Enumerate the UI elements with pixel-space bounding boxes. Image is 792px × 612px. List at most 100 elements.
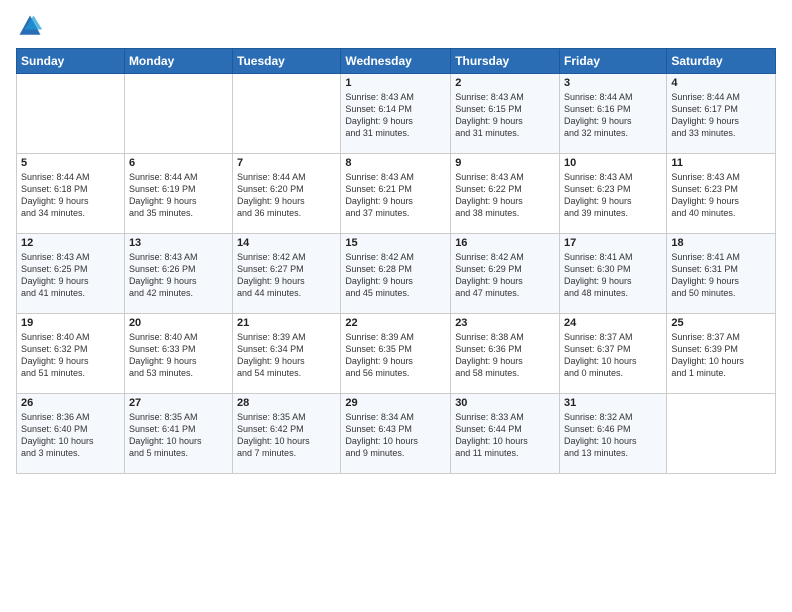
day-info: Sunrise: 8:37 AMSunset: 6:39 PMDaylight:… [671, 331, 771, 380]
day-cell: 27Sunrise: 8:35 AMSunset: 6:41 PMDayligh… [124, 394, 232, 474]
header-monday: Monday [124, 49, 232, 74]
day-cell: 2 Sunrise: 8:43 AMSunset: 6:15 PMDaylight… [451, 74, 560, 154]
day-cell: 16 Sunrise: 8:42 AMSunset: 6:29 PMDayligh… [451, 234, 560, 314]
day-number: 8 [345, 157, 446, 169]
day-number: 3 [564, 77, 662, 89]
day-cell: 12Sunrise: 8:43 AMSunset: 6:25 PMDayligh… [17, 234, 125, 314]
day-cell: 24 Sunrise: 8:37 AMSunset: 6:37 PMDayligh… [560, 314, 667, 394]
day-info: Sunrise: 8:44 AMSunset: 6:19 PMDaylight:… [129, 171, 228, 220]
day-number: 28 [237, 397, 336, 409]
header-row-days: SundayMondayTuesdayWednesdayThursdayFrid… [17, 49, 776, 74]
day-number: 5 [21, 157, 120, 169]
day-number: 1 [345, 77, 446, 89]
day-cell: 17 Sunrise: 8:41 AMSunset: 6:30 PMDayligh… [560, 234, 667, 314]
day-cell: 19 Sunrise: 8:40 AMSunset: 6:32 PMDayligh… [17, 314, 125, 394]
day-number: 13 [129, 237, 228, 249]
header-saturday: Saturday [667, 49, 776, 74]
day-info: Sunrise: 8:41 AMSunset: 6:31 PMDaylight:… [671, 251, 771, 300]
day-number: 18 [671, 237, 771, 249]
day-cell: 11 Sunrise: 8:43 AMSunset: 6:23 PMDayligh… [667, 154, 776, 234]
week-row-2: 12Sunrise: 8:43 AMSunset: 6:25 PMDayligh… [17, 234, 776, 314]
day-info: Sunrise: 8:43 AMSunset: 6:21 PMDaylight:… [345, 171, 446, 220]
day-info: Sunrise: 8:35 AMSunset: 6:41 PMDaylight:… [129, 411, 228, 460]
day-info: Sunrise: 8:39 AMSunset: 6:35 PMDaylight:… [345, 331, 446, 380]
day-number: 6 [129, 157, 228, 169]
logo [16, 12, 48, 40]
day-number: 16 [455, 237, 555, 249]
day-info: Sunrise: 8:39 AMSunset: 6:34 PMDaylight:… [237, 331, 336, 380]
day-info: Sunrise: 8:43 AMSunset: 6:14 PMDaylight:… [345, 91, 446, 140]
day-info: Sunrise: 8:37 AMSunset: 6:37 PMDaylight:… [564, 331, 662, 380]
day-cell: 10 Sunrise: 8:43 AMSunset: 6:23 PMDayligh… [560, 154, 667, 234]
day-info: Sunrise: 8:41 AMSunset: 6:30 PMDaylight:… [564, 251, 662, 300]
day-cell: 29 Sunrise: 8:34 AMSunset: 6:43 PMDayligh… [341, 394, 451, 474]
day-number: 12 [21, 237, 120, 249]
day-cell: 28Sunrise: 8:35 AMSunset: 6:42 PMDayligh… [233, 394, 341, 474]
day-number: 9 [455, 157, 555, 169]
day-info: Sunrise: 8:40 AMSunset: 6:32 PMDaylight:… [21, 331, 120, 380]
day-info: Sunrise: 8:42 AMSunset: 6:27 PMDaylight:… [237, 251, 336, 300]
day-cell: 21 Sunrise: 8:39 AMSunset: 6:34 PMDayligh… [233, 314, 341, 394]
header-row [16, 12, 776, 40]
day-cell: 6 Sunrise: 8:44 AMSunset: 6:19 PMDaylight… [124, 154, 232, 234]
header-tuesday: Tuesday [233, 49, 341, 74]
header-thursday: Thursday [451, 49, 560, 74]
day-info: Sunrise: 8:34 AMSunset: 6:43 PMDaylight:… [345, 411, 446, 460]
day-number: 21 [237, 317, 336, 329]
day-number: 25 [671, 317, 771, 329]
day-cell: 14 Sunrise: 8:42 AMSunset: 6:27 PMDayligh… [233, 234, 341, 314]
day-cell: 31Sunrise: 8:32 AMSunset: 6:46 PMDayligh… [560, 394, 667, 474]
day-cell: 30Sunrise: 8:33 AMSunset: 6:44 PMDayligh… [451, 394, 560, 474]
day-info: Sunrise: 8:44 AMSunset: 6:20 PMDaylight:… [237, 171, 336, 220]
day-info: Sunrise: 8:42 AMSunset: 6:29 PMDaylight:… [455, 251, 555, 300]
day-number: 10 [564, 157, 662, 169]
day-cell: 5Sunrise: 8:44 AMSunset: 6:18 PMDaylight… [17, 154, 125, 234]
day-number: 30 [455, 397, 555, 409]
day-number: 22 [345, 317, 446, 329]
day-cell: 15Sunrise: 8:42 AMSunset: 6:28 PMDayligh… [341, 234, 451, 314]
day-info: Sunrise: 8:43 AMSunset: 6:15 PMDaylight:… [455, 91, 555, 140]
day-info: Sunrise: 8:36 AMSunset: 6:40 PMDaylight:… [21, 411, 120, 460]
header-wednesday: Wednesday [341, 49, 451, 74]
day-info: Sunrise: 8:44 AMSunset: 6:17 PMDaylight:… [671, 91, 771, 140]
calendar-table: SundayMondayTuesdayWednesdayThursdayFrid… [16, 48, 776, 474]
week-row-0: 1 Sunrise: 8:43 AMSunset: 6:14 PMDaylight… [17, 74, 776, 154]
day-number: 19 [21, 317, 120, 329]
day-info: Sunrise: 8:43 AMSunset: 6:23 PMDaylight:… [671, 171, 771, 220]
day-number: 24 [564, 317, 662, 329]
day-number: 7 [237, 157, 336, 169]
day-cell [124, 74, 232, 154]
day-number: 23 [455, 317, 555, 329]
day-info: Sunrise: 8:38 AMSunset: 6:36 PMDaylight:… [455, 331, 555, 380]
day-cell: 13 Sunrise: 8:43 AMSunset: 6:26 PMDayligh… [124, 234, 232, 314]
day-cell: 4Sunrise: 8:44 AMSunset: 6:17 PMDaylight… [667, 74, 776, 154]
day-number: 29 [345, 397, 446, 409]
day-cell [233, 74, 341, 154]
day-cell [17, 74, 125, 154]
day-number: 2 [455, 77, 555, 89]
day-info: Sunrise: 8:43 AMSunset: 6:26 PMDaylight:… [129, 251, 228, 300]
day-cell: 22 Sunrise: 8:39 AMSunset: 6:35 PMDayligh… [341, 314, 451, 394]
day-cell: 1 Sunrise: 8:43 AMSunset: 6:14 PMDaylight… [341, 74, 451, 154]
week-row-3: 19 Sunrise: 8:40 AMSunset: 6:32 PMDayligh… [17, 314, 776, 394]
day-cell: 7 Sunrise: 8:44 AMSunset: 6:20 PMDaylight… [233, 154, 341, 234]
day-cell: 26 Sunrise: 8:36 AMSunset: 6:40 PMDayligh… [17, 394, 125, 474]
header-sunday: Sunday [17, 49, 125, 74]
day-cell: 23 Sunrise: 8:38 AMSunset: 6:36 PMDayligh… [451, 314, 560, 394]
day-number: 14 [237, 237, 336, 249]
day-number: 17 [564, 237, 662, 249]
day-info: Sunrise: 8:40 AMSunset: 6:33 PMDaylight:… [129, 331, 228, 380]
week-row-1: 5Sunrise: 8:44 AMSunset: 6:18 PMDaylight… [17, 154, 776, 234]
day-number: 11 [671, 157, 771, 169]
week-row-4: 26 Sunrise: 8:36 AMSunset: 6:40 PMDayligh… [17, 394, 776, 474]
day-number: 26 [21, 397, 120, 409]
day-cell: 20 Sunrise: 8:40 AMSunset: 6:33 PMDayligh… [124, 314, 232, 394]
day-info: Sunrise: 8:32 AMSunset: 6:46 PMDaylight:… [564, 411, 662, 460]
day-number: 20 [129, 317, 228, 329]
header-friday: Friday [560, 49, 667, 74]
day-cell: 3Sunrise: 8:44 AMSunset: 6:16 PMDaylight… [560, 74, 667, 154]
day-cell [667, 394, 776, 474]
day-info: Sunrise: 8:43 AMSunset: 6:23 PMDaylight:… [564, 171, 662, 220]
day-info: Sunrise: 8:43 AMSunset: 6:22 PMDaylight:… [455, 171, 555, 220]
day-number: 15 [345, 237, 446, 249]
